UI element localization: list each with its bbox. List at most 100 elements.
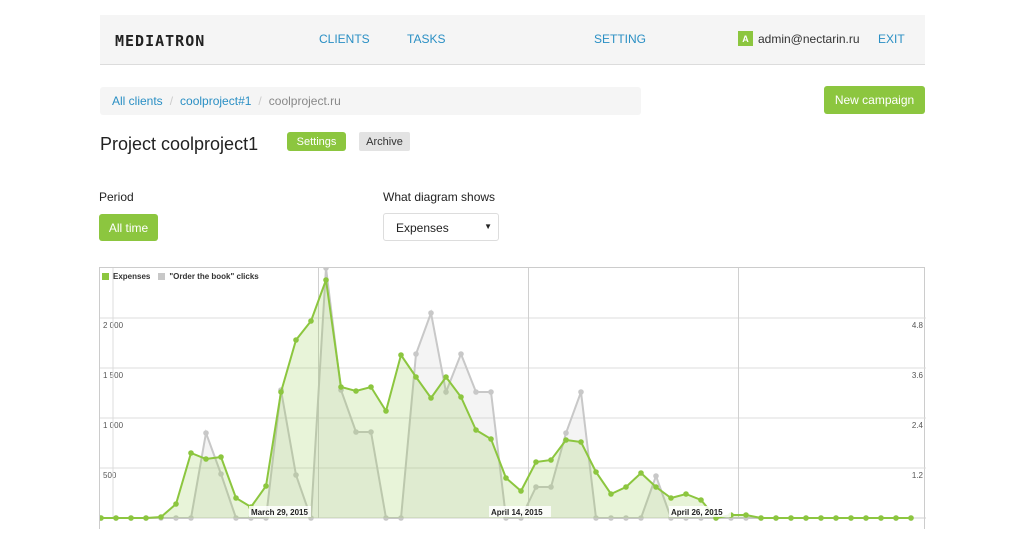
data-point-expenses [788, 515, 794, 521]
legend-swatch-expenses [102, 273, 109, 280]
data-point-clicks [458, 351, 464, 357]
data-point-expenses [653, 484, 659, 490]
data-point-expenses [323, 277, 329, 283]
page-title: Project coolproject1 [100, 134, 259, 154]
diagram-label: What diagram shows [383, 190, 496, 204]
data-point-expenses [233, 495, 239, 501]
data-point-expenses [188, 450, 194, 456]
breadcrumb: All clients / coolproject#1 / coolproject.ru [100, 87, 641, 115]
data-point-expenses [908, 515, 914, 521]
data-point-expenses [623, 484, 629, 490]
data-point-clicks [578, 389, 584, 395]
data-point-expenses [338, 384, 344, 390]
data-point-clicks [563, 430, 569, 436]
data-point-expenses [263, 483, 269, 489]
breadcrumb-separator: / [169, 94, 174, 108]
data-point-clicks [473, 389, 479, 395]
data-point-expenses [863, 515, 869, 521]
nav-clients[interactable]: CLIENTS [319, 32, 370, 46]
data-point-expenses [293, 337, 299, 343]
data-point-expenses [203, 456, 209, 462]
x-axis-label: March 29, 2015 [251, 508, 308, 517]
breadcrumb-current: coolproject.ru [268, 94, 341, 108]
legend-label-expenses: Expenses [113, 272, 151, 281]
data-point-expenses [848, 515, 854, 521]
data-point-expenses [548, 457, 554, 463]
data-point-expenses [368, 384, 374, 390]
data-point-expenses [833, 515, 839, 521]
data-point-expenses [893, 515, 899, 521]
data-point-clicks [323, 265, 329, 271]
data-point-expenses [533, 459, 539, 465]
exit-link[interactable]: EXIT [878, 32, 905, 46]
y-right-tick-label: 3.6 [912, 371, 924, 380]
data-point-clicks [413, 351, 419, 357]
data-point-expenses [458, 394, 464, 400]
y-right-tick-label: 1.2 [912, 471, 924, 480]
data-point-expenses [578, 439, 584, 445]
data-point-expenses [428, 395, 434, 401]
data-point-expenses [98, 515, 104, 521]
x-axis-label: April 14, 2015 [491, 508, 543, 517]
data-point-expenses [128, 515, 134, 521]
top-navbar: MEDIATRON CLIENTS TASKS SETTING A admin@… [100, 15, 925, 65]
diagram-select[interactable]: Expenses ▼ [383, 213, 499, 241]
data-point-expenses [308, 318, 314, 324]
data-point-expenses [668, 495, 674, 501]
breadcrumb-project[interactable]: coolproject#1 [180, 94, 251, 108]
data-point-expenses [608, 491, 614, 497]
data-point-expenses [383, 408, 389, 414]
dropdown-arrow-icon: ▼ [484, 222, 492, 231]
period-label: Period [99, 190, 134, 204]
data-point-expenses [758, 515, 764, 521]
data-point-expenses [803, 515, 809, 521]
data-point-expenses [473, 427, 479, 433]
user-email[interactable]: admin@nectarin.ru [758, 32, 860, 46]
legend-swatch-clicks [158, 273, 166, 280]
breadcrumb-all-clients[interactable]: All clients [112, 94, 163, 108]
data-point-expenses [518, 488, 524, 494]
data-point-expenses [218, 454, 224, 460]
x-axis-label: April 26, 2015 [671, 508, 723, 517]
nav-tasks[interactable]: TASKS [407, 32, 445, 46]
data-point-expenses [743, 512, 749, 518]
chart-legend: Expenses "Order the book" clicks [102, 272, 259, 281]
settings-button[interactable]: Settings [287, 132, 346, 151]
data-point-expenses [413, 374, 419, 380]
data-point-expenses [113, 515, 119, 521]
user-info: A admin@nectarin.ru [738, 31, 860, 46]
data-point-expenses [683, 491, 689, 497]
data-point-expenses [143, 515, 149, 521]
data-point-expenses [818, 515, 824, 521]
series-area-expenses [101, 280, 911, 518]
data-point-expenses [698, 497, 704, 503]
data-point-expenses [398, 352, 404, 358]
period-all-time-button[interactable]: All time [99, 214, 158, 241]
data-point-clicks [428, 310, 434, 316]
archive-button[interactable]: Archive [359, 132, 410, 151]
diagram-select-value: Expenses [396, 221, 449, 235]
y-left-tick-label: 500 [103, 471, 117, 480]
chart: 500 1.2 1 000 2.4 1 500 3.6 2 000 4.8 March 29, … [98, 265, 926, 529]
breadcrumb-separator: / [258, 94, 262, 108]
y-right-tick-label: 4.8 [912, 321, 924, 330]
data-point-expenses [773, 515, 779, 521]
new-campaign-button[interactable]: New campaign [824, 86, 925, 114]
data-point-expenses [638, 470, 644, 476]
data-point-expenses [878, 515, 884, 521]
chart-canvas: 500 1.21 000 2.41 500 3.62 000 4.8March 29, … [98, 265, 926, 521]
data-point-clicks [488, 389, 494, 395]
y-right-tick-label: 2.4 [912, 421, 924, 430]
data-point-expenses [563, 437, 569, 443]
data-point-expenses [443, 374, 449, 380]
data-point-expenses [488, 436, 494, 442]
logo[interactable]: MEDIATRON [115, 32, 205, 50]
data-point-expenses [353, 388, 359, 394]
legend-label-clicks: "Order the book" clicks [169, 272, 259, 281]
data-point-expenses [173, 501, 179, 507]
data-point-expenses [158, 514, 164, 520]
data-point-expenses [278, 389, 284, 395]
nav-setting[interactable]: SETTING [594, 32, 646, 46]
data-point-clicks [203, 430, 209, 436]
data-point-expenses [503, 475, 509, 481]
